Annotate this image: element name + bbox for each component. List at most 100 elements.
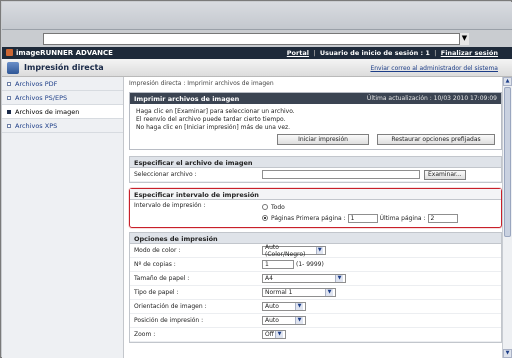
bullet-icon [7,95,11,100]
position-label: Posición de impresión : [134,317,204,324]
browser-toolbar [2,2,512,30]
vertical-scrollbar[interactable]: ▲ ▼ [502,77,512,358]
instruction-line: No haga clic en [Iniciar impresión] más … [136,124,291,131]
start-print-button[interactable]: Iniciar impresión [277,134,369,145]
range-options: Todo Páginas Primera página : 1 Última p… [262,202,458,224]
sidebar-item-pdf[interactable]: Archivos PDF [2,77,123,91]
range-row: Intervalo de impresión : Todo Páginas Pr… [130,200,501,227]
sidebar-item-label: Archivos XPS [15,121,58,130]
select-value: Auto (Color/Negro) [265,243,306,258]
panel-title: Imprimir archivos de imagen [134,95,240,103]
position-select[interactable]: Auto ▼ [262,316,306,325]
zoom-row: Zoom : Off ▼ [130,328,501,342]
breadcrumb: Impresión directa : Imprimir archivos de… [129,80,274,87]
paper-size-row: Tamaño de papel : A4 ▼ [130,272,501,286]
copies-range: (1- 9999) [296,261,324,268]
paper-type-row: Tipo de papel : Normal 1 ▼ [130,286,501,300]
orientation-select[interactable]: Auto ▼ [262,302,306,311]
copies-row: Nº de copias : 1 (1- 9999) [130,258,501,272]
range-pages-option[interactable]: Páginas Primera página : 1 Última página… [262,212,458,224]
panel-header: Imprimir archivos de imagen Última actua… [130,93,501,104]
first-page-input[interactable]: 1 [347,213,378,223]
chevron-down-icon: ▼ [295,317,303,324]
sidebar-item-label: Archivos PDF [15,79,58,88]
section-title: Especificar intervalo de impresión [130,189,501,200]
address-bar[interactable] [43,33,469,45]
select-file-label: Seleccionar archivo : [134,171,197,178]
browser-window: ▼ imageRUNNER ADVANCE Portal | Usuario d… [0,0,512,358]
last-page-label: Última página : [379,214,426,222]
color-mode-label: Modo de color : [134,247,181,254]
section-title: Opciones de impresión [130,233,501,244]
instruction-line: El reenvío del archivo puede tardar cier… [136,116,286,123]
zoom-label: Zoom : [134,331,156,338]
chevron-down-icon: ▼ [315,247,323,254]
radio-all[interactable] [262,204,268,210]
bullet-icon [7,109,11,114]
paper-type-select[interactable]: Normal 1 ▼ [262,288,336,297]
instruction-line: Haga clic en [Examinar] para seleccionar… [136,108,295,115]
select-value: Off [265,331,274,338]
print-range-section: Especificar intervalo de impresión Inter… [129,188,502,228]
sidebar-item-xps[interactable]: Archivos XPS [2,119,123,133]
range-pages-label: Páginas Primera página : [271,214,346,222]
panel-body: Haga clic en [Examinar] para seleccionar… [130,104,501,149]
copies-input[interactable]: 1 [262,260,294,269]
print-panel: Imprimir archivos de imagen Última actua… [129,92,502,150]
page-title: Impresión directa [24,63,104,72]
orientation-row: Orientación de imagen : Auto ▼ [130,300,501,314]
direct-print-icon [7,62,19,74]
sidebar-item-label: Archivos PS/EPS [15,93,68,102]
last-page-input[interactable]: 2 [427,213,458,223]
chevron-down-icon: ▼ [335,275,343,282]
portal-link[interactable]: Portal [287,49,309,57]
scroll-thumb[interactable] [504,87,511,237]
file-path-input[interactable] [262,170,420,179]
top-nav: Portal | Usuario de inicio de sesión : 1… [287,49,498,57]
chevron-down-icon: ▼ [325,289,333,296]
paper-size-select[interactable]: A4 ▼ [262,274,346,283]
select-value: Auto [265,303,279,310]
page-content: imageRUNNER ADVANCE Portal | Usuario de … [2,47,512,358]
sidebar-item-label: Archivos de imagen [15,107,80,116]
paper-type-label: Tipo de papel : [134,289,179,296]
range-all-label: Todo [271,203,285,211]
restore-defaults-button[interactable]: Restaurar opciones prefijadas [377,134,495,145]
user-label: Usuario de inicio de sesión : 1 [319,49,430,57]
select-value: Auto [265,317,279,324]
chevron-down-icon: ▼ [295,303,303,310]
brand-title: imageRUNNER ADVANCE [16,49,113,57]
orientation-label: Orientación de imagen : [134,303,207,310]
admin-mail-link[interactable]: Enviar correo al administrador del siste… [370,65,498,72]
browse-button[interactable]: Examinar... [424,169,466,180]
logout-link[interactable]: Finalizar sesión [441,49,498,57]
page-header: Impresión directa Enviar correo al admin… [2,59,512,77]
bullet-icon [7,123,11,128]
bullet-icon [7,81,11,86]
select-value: A4 [265,275,273,282]
color-mode-row: Modo de color : Auto (Color/Negro) ▼ [130,244,501,258]
brand-bar: imageRUNNER ADVANCE Portal | Usuario de … [2,47,512,59]
scroll-down-icon[interactable]: ▼ [503,349,512,358]
sidebar-item-image[interactable]: Archivos de imagen [2,105,123,119]
zoom-select[interactable]: Off ▼ [262,330,286,339]
address-dropdown-icon[interactable]: ▼ [459,33,469,45]
chevron-down-icon: ▼ [275,331,283,338]
action-buttons: Iniciar impresión Restaurar opciones pre… [136,134,495,145]
paper-size-label: Tamaño de papel : [134,275,190,282]
color-mode-select[interactable]: Auto (Color/Negro) ▼ [262,243,326,258]
sidebar: Archivos PDF Archivos PS/EPS Archivos de… [2,77,124,358]
nav-separator: | [434,49,437,57]
nav-separator: | [313,49,316,57]
address-row: ▼ [2,30,512,47]
main-area: Impresión directa : Imprimir archivos de… [129,77,502,358]
scroll-up-icon[interactable]: ▲ [503,77,512,86]
radio-pages[interactable] [262,215,268,221]
canon-logo-icon [6,49,13,56]
sidebar-item-ps-eps[interactable]: Archivos PS/EPS [2,91,123,105]
copies-label: Nº de copias : [134,261,176,268]
range-all-option[interactable]: Todo [262,202,458,212]
select-file-row: Seleccionar archivo : Examinar... [130,168,501,182]
position-row: Posición de impresión : Auto ▼ [130,314,501,328]
file-section: Especificar el archivo de imagen Selecci… [129,156,502,183]
